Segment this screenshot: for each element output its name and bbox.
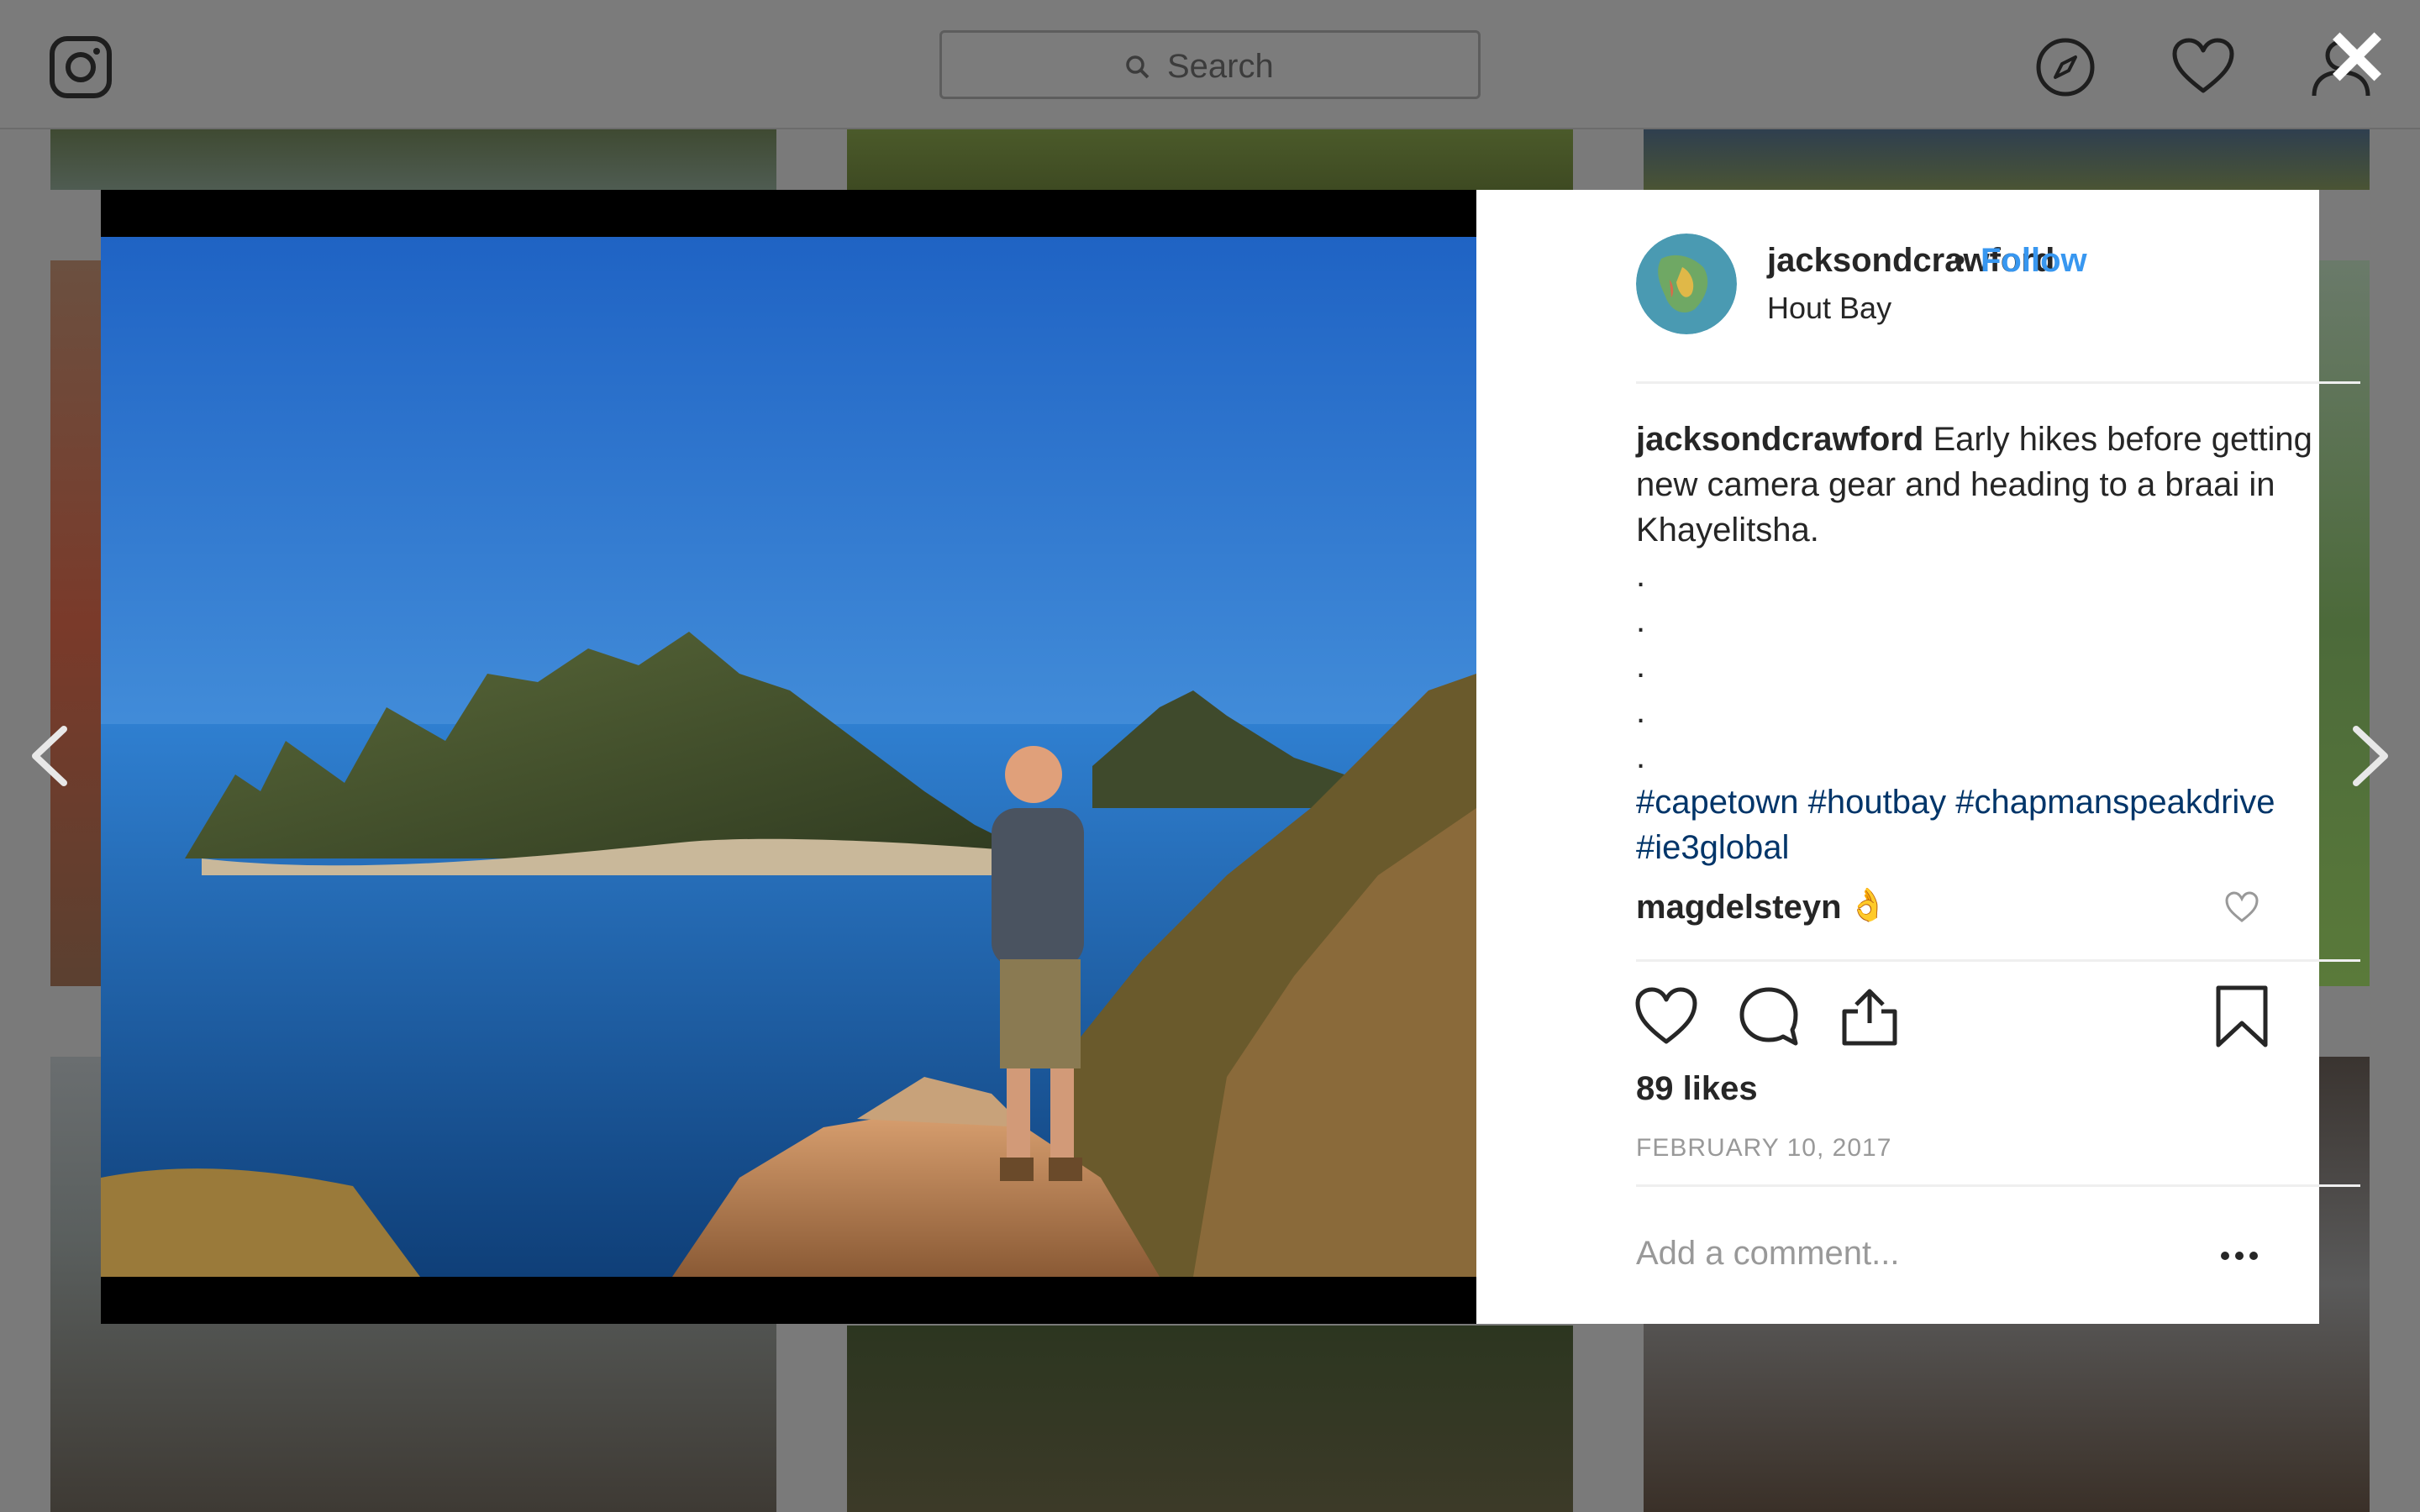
divider: [1636, 959, 2360, 962]
grid-photo[interactable]: [847, 1326, 1573, 1512]
post-caption: jacksondcrawford Early hikes before gett…: [1636, 417, 2342, 870]
comment-like-heart-icon[interactable]: [2224, 890, 2260, 924]
divider: [1636, 381, 2360, 384]
caption-dot: .: [1636, 602, 1646, 639]
caption-dot: .: [1636, 557, 1646, 594]
grid-photo[interactable]: [50, 129, 776, 190]
share-icon[interactable]: [1838, 984, 1902, 1048]
caption-dot: .: [1636, 648, 1646, 685]
comment-icon[interactable]: [1737, 984, 1801, 1048]
divider: [1636, 1184, 2360, 1187]
post-photo-frame: [101, 190, 1476, 1324]
grid-photo[interactable]: [50, 260, 101, 986]
instagram-icon[interactable]: [49, 35, 113, 99]
search-input[interactable]: Search: [939, 30, 1481, 99]
avatar-globe-icon: [1636, 234, 1737, 334]
avatar[interactable]: [1636, 234, 1737, 334]
bookmark-icon[interactable]: [2210, 984, 2274, 1048]
grid-photo[interactable]: [1644, 129, 2370, 190]
follow-button[interactable]: Follow: [1981, 242, 2087, 280]
likes-count[interactable]: 89 likes: [1636, 1070, 1758, 1108]
like-heart-icon[interactable]: [1634, 984, 1698, 1048]
post-location[interactable]: Hout Bay: [1767, 291, 1891, 326]
comment-username[interactable]: magdelsteyn: [1636, 889, 1842, 927]
more-icon[interactable]: [2218, 1243, 2260, 1268]
compass-icon[interactable]: [2033, 35, 2097, 99]
post-photo[interactable]: [101, 237, 1476, 1277]
comment-text: 👌: [1848, 888, 1888, 923]
separator-dot: •: [1954, 242, 1966, 279]
chevron-right-icon[interactable]: [2344, 722, 2395, 790]
chevron-left-icon[interactable]: [25, 722, 76, 790]
add-comment-input[interactable]: Add a comment...: [1636, 1235, 1899, 1273]
close-icon[interactable]: ✕: [2319, 20, 2395, 97]
caption-hashtags[interactable]: #capetown #houtbay #chapmanspeakdrive #i…: [1636, 780, 2342, 870]
caption-dot: .: [1636, 738, 1646, 775]
search-placeholder: Search: [1167, 48, 1274, 85]
post-sidebar: jacksondcrawford • Follow Hout Bay jacks…: [1476, 190, 2360, 1324]
heart-icon[interactable]: [2171, 35, 2235, 99]
grid-photo[interactable]: [847, 129, 1573, 190]
post-modal: jacksondcrawford • Follow Hout Bay jacks…: [101, 190, 2360, 1324]
post-date[interactable]: FEBRUARY 10, 2017: [1636, 1134, 1891, 1163]
top-navigation-bar: Search: [0, 0, 2420, 129]
caption-dot: .: [1636, 693, 1646, 730]
caption-dots: . . . . .: [1636, 553, 2342, 780]
search-icon: [1126, 55, 1150, 79]
caption-username[interactable]: jacksondcrawford: [1636, 421, 1923, 458]
